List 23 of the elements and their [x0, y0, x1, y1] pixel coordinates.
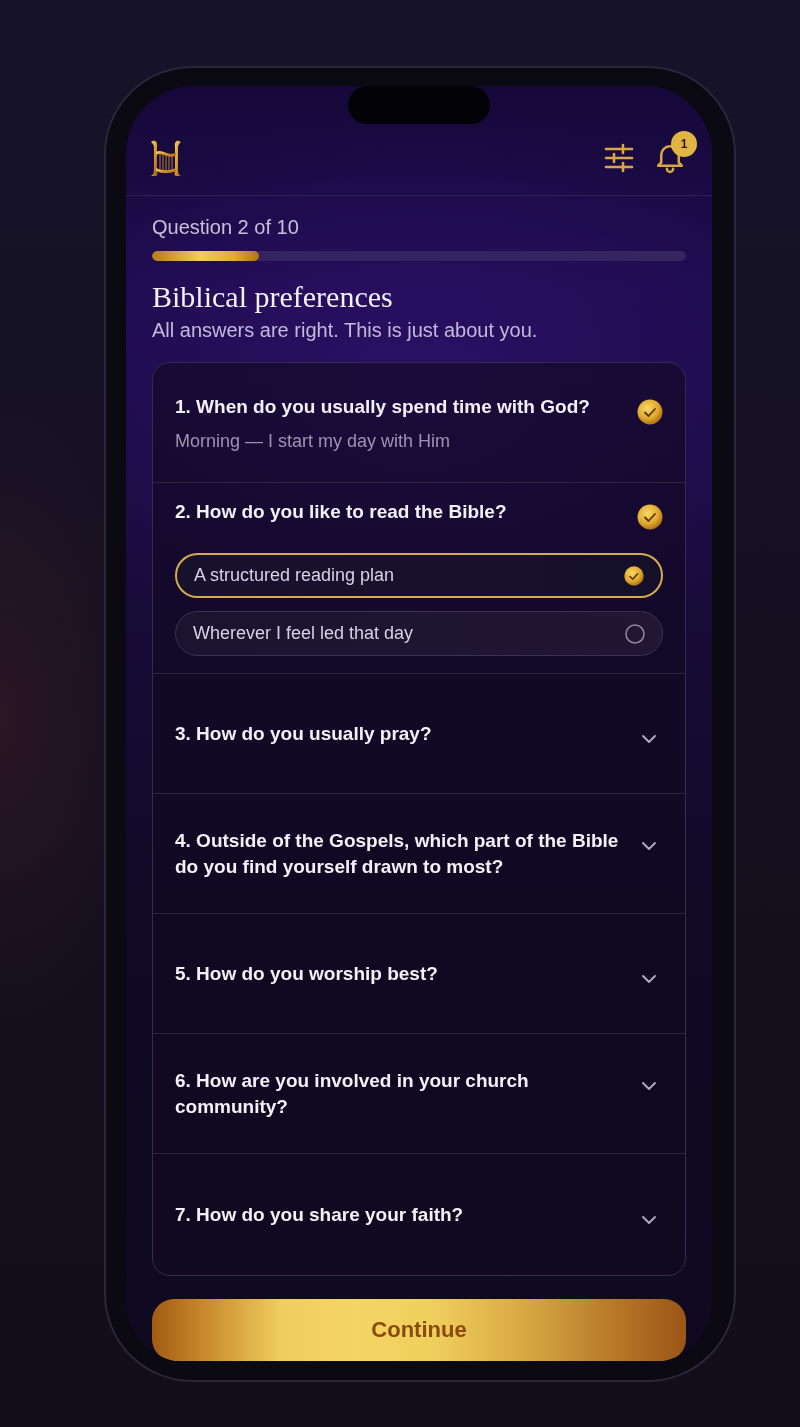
answer-option[interactable]: A structured reading plan [175, 553, 663, 598]
chevron-down-icon[interactable] [642, 734, 656, 743]
notification-badge: 1 [671, 131, 697, 157]
chevron-down-icon[interactable] [642, 1215, 656, 1224]
question-title[interactable]: 5. How do you worship best? [175, 960, 630, 987]
radio-icon [625, 623, 645, 644]
check-icon [624, 565, 644, 586]
question-title[interactable]: 1. When do you usually spend time with God? [175, 393, 625, 420]
chevron-down-icon[interactable] [642, 974, 656, 983]
continue-button[interactable]: Continue [152, 1299, 686, 1361]
question-title[interactable]: 7. How do you share your faith? [175, 1201, 630, 1228]
section-subtitle: All answers are right. This is just about you. [152, 319, 539, 341]
section-title: Biblical preferences [152, 281, 394, 313]
question-title[interactable]: 3. How do you usually pray? [175, 720, 630, 747]
chevron-down-icon[interactable] [642, 1081, 656, 1090]
answer-option[interactable]: Wherever I feel led that day [175, 611, 663, 656]
settings-sliders-icon[interactable] [604, 142, 634, 173]
selected-answer: Morning — I start my day with Him [175, 429, 452, 452]
question-counter: Question 2 of 10 [152, 216, 300, 238]
question-title[interactable]: 6. How are you involved in your church community? [175, 1067, 630, 1120]
question-title[interactable]: 2. How do you like to read the Bible? [175, 499, 625, 525]
question-title[interactable]: 4. Outside of the Gospels, which part of the Bible do you find yourself drawn to most? [175, 827, 630, 880]
chevron-down-icon[interactable] [642, 841, 656, 850]
